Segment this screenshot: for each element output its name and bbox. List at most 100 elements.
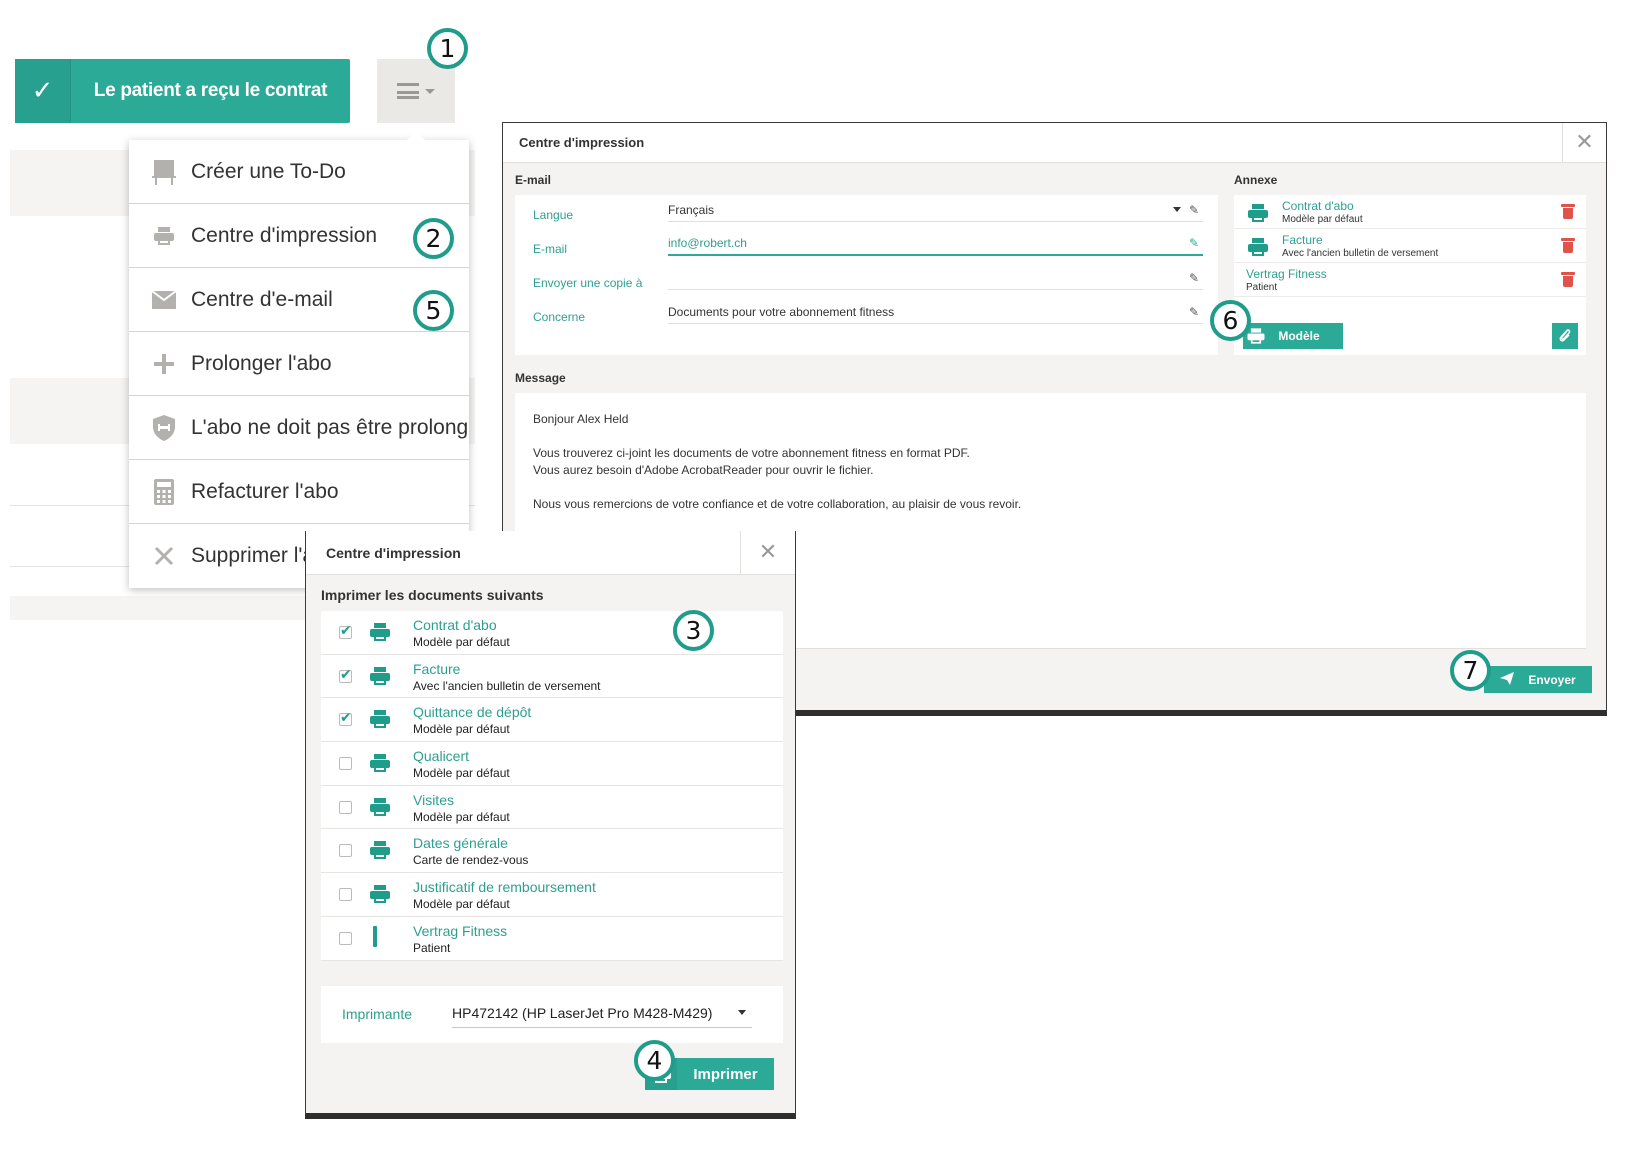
annexe-item[interactable]: Contrat d'abo Modèle par défaut	[1234, 195, 1586, 229]
pencil-icon[interactable]: ✎	[1189, 203, 1199, 217]
printer-value: HP472142 (HP LaserJet Pro M428-M429)	[452, 1004, 713, 1021]
subject-field[interactable]: Concerne Documents pour votre abonnement…	[533, 297, 1203, 331]
document-name: Facture	[413, 660, 461, 677]
print-document-row[interactable]: Vertrag Fitness Patient	[321, 916, 783, 961]
field-label: E-mail	[533, 242, 568, 256]
document-sub: Modèle par défaut	[413, 897, 510, 912]
message-section-title: Message	[515, 371, 566, 385]
document-sub: Modèle par défaut	[413, 722, 510, 737]
callout-badge: 5	[413, 290, 454, 331]
message-line	[533, 479, 1568, 496]
document-sub: Patient	[413, 940, 451, 955]
subject-input[interactable]: Documents pour votre abonnement fitness …	[668, 300, 1203, 324]
menu-item-do-not-extend[interactable]: L'abo ne doit pas être prolongé	[129, 396, 469, 460]
menu-item-label: Prolonger l'abo	[191, 351, 332, 375]
print-document-row[interactable]: Qualicert Modèle par défaut	[321, 742, 783, 786]
document-checkbox[interactable]	[339, 667, 352, 683]
document-name: Qualicert	[413, 748, 470, 765]
annexe-item[interactable]: Vertrag Fitness Patient	[1234, 263, 1586, 297]
document-checkbox[interactable]	[339, 844, 352, 858]
print-document-row[interactable]: Dates générale Carte de rendez-vous	[321, 829, 783, 874]
close-icon	[151, 543, 177, 569]
annexe-section-title: Annexe	[1234, 173, 1278, 187]
hamburger-icon	[397, 83, 419, 99]
shield-icon	[151, 414, 177, 441]
email-section-title: E-mail	[515, 173, 552, 187]
easel-icon	[151, 159, 177, 185]
document-checkbox[interactable]	[339, 931, 352, 945]
send-button-label: Envoyer	[1528, 672, 1576, 687]
paperclip-icon[interactable]	[1552, 323, 1578, 349]
pencil-icon[interactable]: ✎	[1189, 305, 1199, 319]
document-name: Visites	[413, 791, 454, 808]
document-name: Vertrag Fitness	[413, 922, 508, 939]
field-label: Langue	[533, 208, 574, 222]
print-document-row[interactable]: Visites Modèle par défaut	[321, 785, 783, 830]
trash-icon[interactable]	[1561, 204, 1575, 219]
document-name: Quittance de dépôt	[413, 704, 532, 721]
print-document-row[interactable]: Quittance de dépôt Modèle par défaut	[321, 698, 783, 743]
template-button-label: Modèle	[1278, 329, 1320, 343]
document-checkbox[interactable]	[339, 888, 352, 902]
annexe-item[interactable]: Facture Avec l'ancien bulletin de versem…	[1234, 229, 1586, 263]
print-document-row[interactable]: Justificatif de remboursement Modèle par…	[321, 873, 783, 917]
printer-select[interactable]: HP472142 (HP LaserJet Pro M428-M429)	[452, 998, 752, 1028]
patient-received-contract-button[interactable]: ✓ Le patient a reçu le contrat	[15, 59, 350, 123]
close-dialog-button[interactable]: ✕	[740, 530, 795, 575]
copy-to-field[interactable]: Envoyer une copie à ✎	[533, 263, 1203, 297]
callout-badge: 4	[634, 1040, 675, 1081]
field-label: Envoyer une copie à	[533, 276, 643, 290]
trash-icon[interactable]	[1561, 272, 1575, 287]
print-center-dialog: Centre d'impression ✕ Imprimer les docum…	[305, 530, 796, 1119]
check-icon: ✓	[15, 59, 71, 123]
callout-badge: 3	[673, 610, 714, 651]
document-checkbox[interactable]	[339, 710, 352, 727]
callout-badge: 7	[1450, 650, 1491, 691]
document-name: Contrat d'abo	[413, 617, 497, 633]
send-button[interactable]: Envoyer	[1484, 666, 1592, 693]
annexe-sub: Avec l'ancien bulletin de versement	[1282, 248, 1439, 259]
annexe-panel: Contrat d'abo Modèle par défaut Facture …	[1234, 195, 1586, 355]
email-field[interactable]: E-mail info@robert.ch ✎	[533, 229, 1203, 263]
close-dialog-button[interactable]: ✕	[1562, 122, 1606, 163]
copy-to-input[interactable]: ✎	[668, 266, 1203, 290]
document-sub: Modèle par défaut	[413, 635, 510, 649]
document-checkbox[interactable]	[339, 757, 352, 771]
dialog-header: Centre d'impression ✕	[306, 530, 795, 575]
callout-badge: 6	[1210, 300, 1251, 341]
envelope-icon	[151, 287, 177, 313]
field-value: Français	[668, 202, 715, 217]
annexe-name: Contrat d'abo	[1282, 199, 1354, 213]
menu-item-rebill-subscription[interactable]: Refacturer l'abo	[129, 460, 469, 524]
document-checkbox[interactable]	[339, 800, 352, 814]
language-field[interactable]: Langue Français ✎	[533, 195, 1203, 229]
message-line: Vous trouverez ci-joint les documents de…	[533, 446, 970, 460]
template-button[interactable]: Modèle	[1243, 323, 1343, 349]
pencil-icon[interactable]: ✎	[1189, 236, 1199, 250]
email-fields-panel: Langue Français ✎ E-mail info@robert.ch …	[515, 195, 1218, 355]
annexe-name: Vertrag Fitness	[1246, 267, 1327, 281]
trash-icon[interactable]	[1561, 238, 1575, 253]
menu-item-create-todo[interactable]: Créer une To-Do	[129, 140, 469, 204]
print-subtitle: Imprimer les documents suivants	[321, 587, 544, 603]
document-sub: Modèle par défaut	[413, 766, 510, 781]
annexe-sub: Patient	[1246, 282, 1278, 293]
email-input[interactable]: info@robert.ch ✎	[668, 232, 1203, 256]
contract-button-label: Le patient a reçu le contrat	[93, 80, 328, 101]
message-line	[533, 428, 1568, 445]
document-sub: Carte de rendez-vous	[413, 853, 529, 868]
annexe-name: Facture	[1282, 233, 1323, 247]
language-select[interactable]: Français ✎	[668, 198, 1203, 222]
print-button-label: Imprimer	[693, 1065, 758, 1083]
menu-item-extend-subscription[interactable]: Prolonger l'abo	[129, 332, 469, 396]
document-sub: Modèle par défaut	[413, 809, 510, 824]
field-value: info@robert.ch	[668, 236, 747, 250]
printer-label: Imprimante	[342, 1006, 413, 1022]
message-line	[533, 513, 1568, 530]
pencil-icon[interactable]: ✎	[1189, 271, 1199, 285]
actions-dropdown-menu: Créer une To-Do Centre d'impression Cent…	[129, 131, 469, 588]
field-label: Concerne	[533, 310, 586, 324]
document-checkbox[interactable]	[339, 623, 352, 639]
print-document-row[interactable]: Facture Avec l'ancien bulletin de versem…	[321, 654, 783, 699]
annexe-sub: Modèle par défaut	[1282, 214, 1363, 225]
